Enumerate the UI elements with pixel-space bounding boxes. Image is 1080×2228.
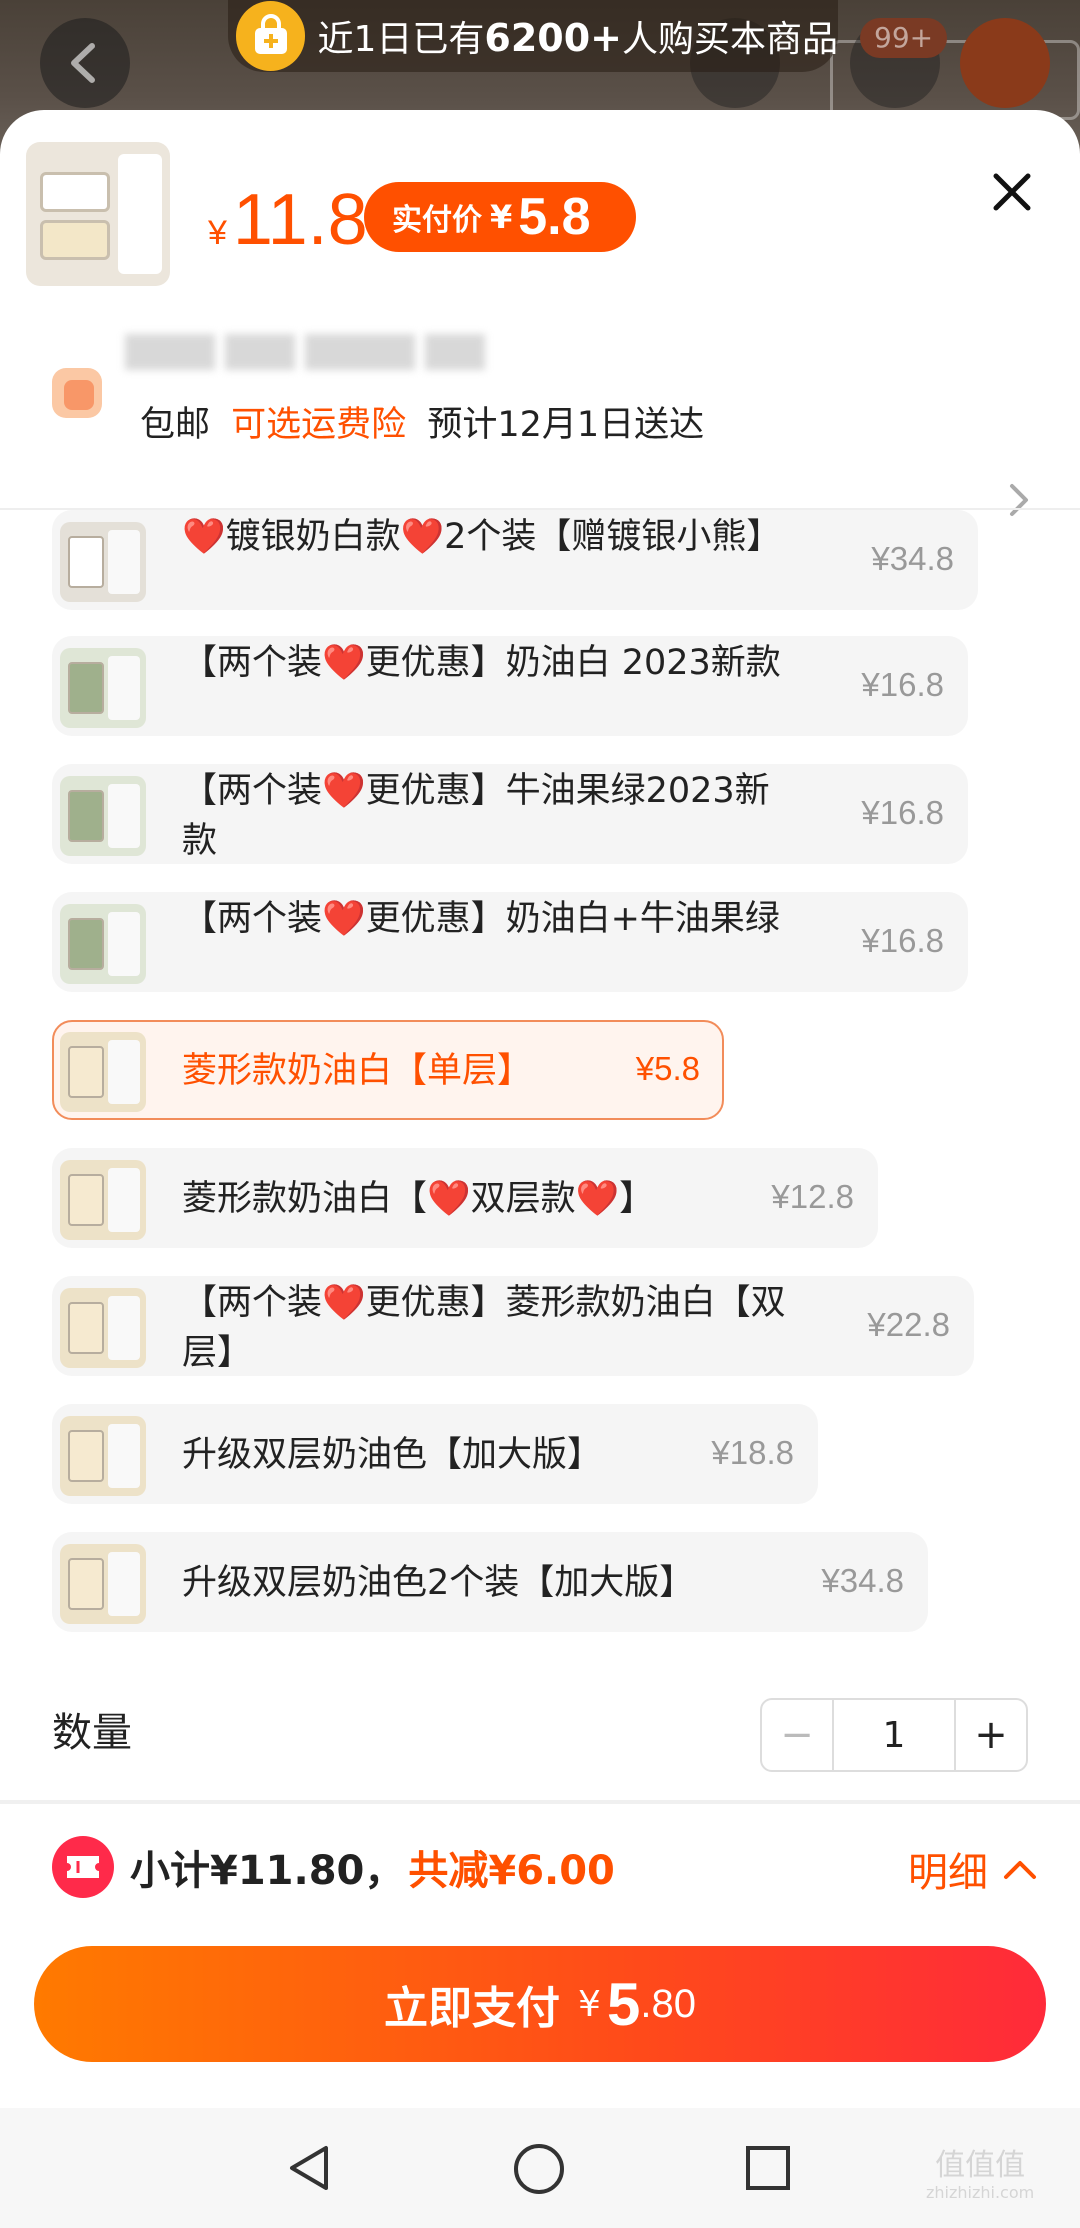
variant-price: ¥16.8 bbox=[861, 794, 944, 831]
chevron-right-icon[interactable] bbox=[1004, 480, 1034, 520]
variant-price: ¥22.8 bbox=[867, 1306, 950, 1343]
variant-name: ❤️镀银奶白款❤️2个装【赠镀银小熊】 bbox=[182, 517, 782, 557]
variant-name: 升级双层奶油色2个装【加大版】 bbox=[182, 1563, 695, 1603]
subtotal-row: 小计¥11.80， 共减¥6.00 bbox=[52, 1836, 615, 1898]
nav-recent-icon[interactable] bbox=[744, 2144, 792, 2192]
variant-thumbnail bbox=[60, 904, 146, 984]
discount-amount: 共减¥6.00 bbox=[408, 1848, 615, 1894]
variant-price: ¥34.8 bbox=[821, 1562, 904, 1599]
quantity-stepper: − 1 + bbox=[760, 1698, 1028, 1772]
pay-now-button[interactable]: 立即支付 ¥ 5 .80 bbox=[34, 1946, 1046, 2062]
more-button[interactable] bbox=[960, 18, 1050, 108]
variant-name: 【两个装❤️更优惠】牛油果绿2023新款 bbox=[182, 771, 770, 861]
variant-name: 【两个装❤️更优惠】菱形款奶油白【双层】 bbox=[182, 1283, 786, 1373]
shipping-info: 包邮 可选运费险 预计12月1日送达 bbox=[140, 400, 704, 450]
bag-plus-icon bbox=[236, 1, 306, 71]
variant-option[interactable]: 升级双层奶油色2个装【加大版】 ¥34.8 bbox=[52, 1532, 928, 1632]
variant-name: 【两个装❤️更优惠】奶油白 2023新款 bbox=[182, 643, 781, 683]
variant-price: ¥18.8 bbox=[711, 1434, 794, 1471]
variant-price: ¥34.8 bbox=[871, 540, 954, 577]
coupon-icon bbox=[52, 1836, 114, 1898]
variant-name: 【两个装❤️更优惠】奶油白+牛油果绿 bbox=[182, 899, 780, 939]
address-redacted[interactable] bbox=[125, 322, 495, 382]
pay-amount-integer: 5 bbox=[606, 1970, 641, 2038]
nav-home-icon[interactable] bbox=[512, 2142, 566, 2196]
variant-option[interactable]: 菱形款奶油白【❤️双层款❤️】 ¥12.8 bbox=[52, 1148, 878, 1248]
system-navigation-bar bbox=[0, 2108, 1080, 2228]
detail-toggle[interactable]: 明细 bbox=[908, 1840, 1038, 1898]
divider bbox=[0, 1800, 1080, 1804]
back-button[interactable] bbox=[40, 18, 130, 108]
close-icon bbox=[993, 173, 1031, 211]
variant-option[interactable]: 【两个装❤️更优惠】菱形款奶油白【双层】 ¥22.8 bbox=[52, 1276, 974, 1376]
original-price: ¥11.8 bbox=[208, 180, 368, 260]
variant-name: 菱形款奶油白【单层】 bbox=[182, 1051, 533, 1091]
variant-price: ¥16.8 bbox=[861, 666, 944, 703]
buyers-banner: 近1日已有6200+人购买本商品 bbox=[228, 0, 838, 72]
variant-option[interactable]: 【两个装❤️更优惠】奶油白 2023新款 ¥16.8 bbox=[52, 636, 968, 736]
variant-thumbnail bbox=[60, 776, 146, 856]
increase-button[interactable]: + bbox=[956, 1700, 1026, 1770]
pay-currency: ¥ bbox=[578, 1983, 601, 2025]
chevron-up-icon bbox=[1004, 1861, 1036, 1879]
variant-option[interactable]: ❤️镀银奶白款❤️2个装【赠镀银小熊】 ¥34.8 bbox=[52, 510, 978, 610]
variant-price: ¥5.8 bbox=[635, 1050, 700, 1087]
variant-thumbnail bbox=[60, 1288, 146, 1368]
close-button[interactable] bbox=[982, 162, 1042, 222]
variant-name: 升级双层奶油色【加大版】 bbox=[182, 1435, 603, 1475]
variant-price: ¥16.8 bbox=[861, 922, 944, 959]
variant-option[interactable]: 【两个装❤️更优惠】牛油果绿2023新款 ¥16.8 bbox=[52, 764, 968, 864]
location-icon bbox=[52, 368, 102, 418]
decrease-button[interactable]: − bbox=[762, 1700, 832, 1770]
variant-thumbnail bbox=[60, 648, 146, 728]
actual-price-pill: 实付价 ¥ 5.8 bbox=[364, 182, 636, 252]
chevron-left-icon bbox=[71, 43, 95, 83]
variant-option-selected[interactable]: 菱形款奶油白【单层】 ¥5.8 bbox=[52, 1020, 724, 1120]
variant-thumbnail bbox=[60, 1032, 146, 1112]
variant-option[interactable]: 【两个装❤️更优惠】奶油白+牛油果绿 ¥16.8 bbox=[52, 892, 968, 992]
variant-price: ¥12.8 bbox=[771, 1178, 854, 1215]
pay-now-label: 立即支付 bbox=[384, 1983, 561, 2034]
variant-thumbnail bbox=[60, 1544, 146, 1624]
delivery-eta: 预计12月1日送达 bbox=[427, 405, 705, 445]
buyers-text: 近1日已有6200+人购买本商品 bbox=[317, 16, 838, 60]
quantity-value[interactable]: 1 bbox=[832, 1700, 956, 1770]
variant-thumbnail bbox=[60, 1416, 146, 1496]
variant-thumbnail bbox=[60, 522, 146, 602]
nav-back-icon[interactable] bbox=[284, 2142, 336, 2194]
variant-option[interactable]: 升级双层奶油色【加大版】 ¥18.8 bbox=[52, 1404, 818, 1504]
pay-amount-decimal: .80 bbox=[640, 1981, 696, 2026]
quantity-label: 数量 bbox=[52, 1710, 132, 1756]
watermark: 值值值 zhizhizhi.com bbox=[926, 2148, 1035, 2202]
cart-badge: 99+ bbox=[860, 18, 948, 58]
detail-label: 明细 bbox=[908, 1850, 988, 1896]
free-shipping-label: 包邮 bbox=[140, 405, 211, 445]
variant-thumbnail bbox=[60, 1160, 146, 1240]
shipping-insurance-link[interactable]: 可选运费险 bbox=[231, 405, 406, 445]
product-thumbnail[interactable] bbox=[26, 142, 170, 286]
subtotal-amount: 小计¥11.80， bbox=[130, 1848, 405, 1894]
variant-name: 菱形款奶油白【❤️双层款❤️】 bbox=[182, 1179, 655, 1219]
